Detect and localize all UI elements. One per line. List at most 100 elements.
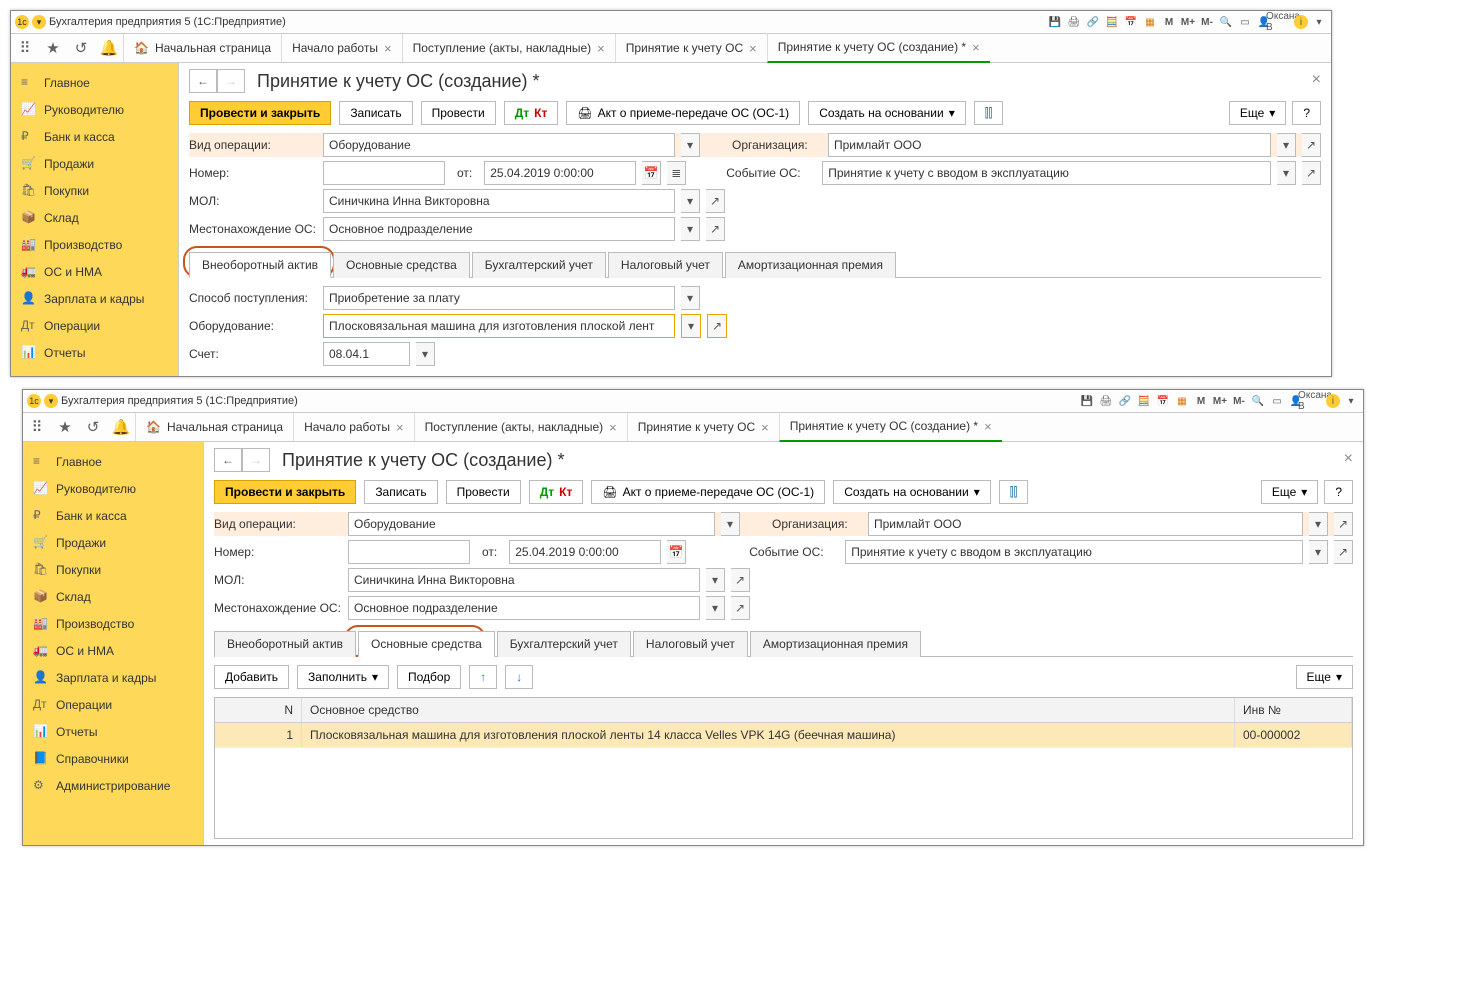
post-button[interactable]: Провести	[421, 101, 496, 125]
mol-field[interactable]: Синичкина Инна Викторовна	[348, 568, 700, 592]
calc-icon[interactable]: 🧮	[1104, 14, 1120, 30]
print-act-button[interactable]: 🖨Акт о приеме-передаче ОС (ОС-1)	[591, 480, 825, 504]
bell-icon[interactable]: 🔔	[107, 413, 135, 441]
subtab-3[interactable]: Налоговый учет	[633, 631, 748, 657]
sidebar-item[interactable]: 👤Зарплата и кадры	[23, 664, 203, 691]
dropdown-icon[interactable]: ▾	[32, 15, 46, 29]
tab-2[interactable]: Принятие к учету ОС×	[627, 413, 779, 441]
sidebar-item[interactable]: 📈Руководителю	[23, 475, 203, 502]
close-icon[interactable]: ×	[749, 41, 757, 56]
post-button[interactable]: Провести	[446, 480, 521, 504]
history-icon[interactable]: ↺	[67, 34, 95, 62]
sidebar-item[interactable]: 🚛ОС и НМА	[23, 637, 203, 664]
sidebar-item[interactable]: ДтОперации	[23, 691, 203, 718]
move-up-button[interactable]: ↑	[469, 665, 497, 689]
open-icon[interactable]: ↗	[1334, 540, 1353, 564]
event-field[interactable]: Принятие к учету с вводом в эксплуатацию	[822, 161, 1271, 185]
close-icon[interactable]: ×	[1344, 450, 1353, 468]
calendar-icon[interactable]: 📅	[642, 161, 661, 185]
sidebar-item[interactable]: ⚙Администрирование	[23, 772, 203, 799]
open-icon[interactable]: ↗	[1302, 161, 1321, 185]
sidebar-item[interactable]: 📊Отчеты	[23, 718, 203, 745]
sidebar-item[interactable]: 📦Склад	[11, 204, 178, 231]
dropdown-icon[interactable]: ▾	[1277, 133, 1296, 157]
dtkt-button[interactable]: ДтКт	[529, 480, 584, 504]
subtab-2[interactable]: Бухгалтерский учет	[497, 631, 631, 657]
tab-1[interactable]: Поступление (акты, накладные)×	[414, 413, 627, 441]
create-based-button[interactable]: Создать на основании ▾	[808, 101, 966, 125]
subtab-4[interactable]: Амортизационная премия	[725, 252, 896, 278]
sidebar-item[interactable]: ≡Главное	[23, 448, 203, 475]
zoom-icon[interactable]: 🔍	[1218, 14, 1234, 30]
dropdown-icon[interactable]: ▾	[721, 512, 740, 536]
close-icon[interactable]: ×	[597, 41, 605, 56]
write-button[interactable]: Записать	[339, 101, 412, 125]
sidebar-item[interactable]: 📘Справочники	[23, 745, 203, 772]
window-icon[interactable]: ▭	[1269, 393, 1285, 409]
sidebar-item[interactable]: ₽Банк и касса	[23, 502, 203, 529]
back-button[interactable]: ←	[214, 448, 242, 472]
add-button[interactable]: Добавить	[214, 665, 289, 689]
star-icon[interactable]: ★	[39, 34, 67, 62]
min-icon[interactable]: ▾	[1343, 393, 1359, 409]
home-tab[interactable]: 🏠 Начальная страница	[135, 413, 293, 441]
tab-0[interactable]: Начало работы×	[281, 34, 402, 62]
method-field[interactable]: Приобретение за плату	[323, 286, 675, 310]
sidebar-item[interactable]: 👤Зарплата и кадры	[11, 285, 178, 312]
struct-button[interactable]: ⫿⫿	[999, 480, 1029, 504]
post-close-button[interactable]: Провести и закрыть	[214, 480, 356, 504]
calc-icon[interactable]: 🧮	[1136, 393, 1152, 409]
dropdown-icon[interactable]: ▾	[706, 596, 725, 620]
sidebar-item[interactable]: 📊Отчеты	[11, 339, 178, 366]
sidebar-item[interactable]: 🚛ОС и НМА	[11, 258, 178, 285]
close-icon[interactable]: ×	[1312, 71, 1321, 89]
sidebar-item[interactable]: ₽Банк и касса	[11, 123, 178, 150]
sidebar-item[interactable]: 🛒Продажи	[11, 150, 178, 177]
help-button[interactable]: ?	[1324, 480, 1353, 504]
tab-3[interactable]: Принятие к учету ОС (создание) *×	[767, 33, 990, 63]
subtab-0[interactable]: Внеоборотный актив	[214, 631, 356, 657]
bell-icon[interactable]: 🔔	[95, 34, 123, 62]
save-icon[interactable]: 💾	[1079, 393, 1095, 409]
tab-1[interactable]: Поступление (акты, накладные)×	[402, 34, 615, 62]
number-field[interactable]	[348, 540, 470, 564]
open-icon[interactable]: ↗	[706, 189, 725, 213]
pick-button[interactable]: Подбор	[397, 665, 461, 689]
write-button[interactable]: Записать	[364, 480, 437, 504]
subtab-1[interactable]: Основные средства	[333, 252, 470, 278]
sidebar-item[interactable]: 🏭Производство	[11, 231, 178, 258]
equip-field[interactable]: Плосковязальная машина для изготовления …	[323, 314, 675, 338]
org-field[interactable]: Примлайт ООО	[868, 512, 1303, 536]
close-icon[interactable]: ×	[972, 40, 980, 55]
star-icon[interactable]: ★	[51, 413, 79, 441]
event-field[interactable]: Принятие к учету с вводом в эксплуатацию	[845, 540, 1303, 564]
dropdown-icon[interactable]: ▾	[44, 394, 58, 408]
open-icon[interactable]: ↗	[731, 596, 750, 620]
dropdown-icon[interactable]: ▾	[681, 189, 700, 213]
close-icon[interactable]: ×	[609, 420, 617, 435]
sidebar-item[interactable]: 🛍Покупки	[11, 177, 178, 204]
date-field[interactable]: 25.04.2019 0:00:00	[509, 540, 661, 564]
print-act-button[interactable]: 🖨Акт о приеме-передаче ОС (ОС-1)	[566, 101, 800, 125]
mem-m[interactable]: M	[1193, 393, 1209, 409]
mem-mp[interactable]: M+	[1212, 393, 1228, 409]
calendar-icon[interactable]: 📅	[1155, 393, 1171, 409]
tab-3[interactable]: Принятие к учету ОС (создание) *×	[779, 412, 1002, 442]
col-inv[interactable]: Инв №	[1235, 698, 1352, 722]
print-icon[interactable]: 🖨	[1066, 14, 1082, 30]
op-type-field[interactable]: Оборудование	[348, 512, 715, 536]
open-icon[interactable]: ↗	[706, 217, 725, 241]
dropdown-icon[interactable]: ▾	[1309, 540, 1328, 564]
print-icon[interactable]: 🖨	[1098, 393, 1114, 409]
open-icon[interactable]: ↗	[1302, 133, 1321, 157]
acc-field[interactable]: 08.04.1	[323, 342, 410, 366]
zoom-icon[interactable]: 🔍	[1250, 393, 1266, 409]
close-icon[interactable]: ×	[396, 420, 404, 435]
mem-m[interactable]: M	[1161, 14, 1177, 30]
mol-field[interactable]: Синичкина Инна Викторовна	[323, 189, 675, 213]
sidebar-item[interactable]: 🏭Производство	[23, 610, 203, 637]
table-row[interactable]: 1 Плосковязальная машина для изготовлени…	[215, 723, 1352, 748]
info-icon[interactable]: i	[1326, 394, 1340, 408]
window-icon[interactable]: ▭	[1237, 14, 1253, 30]
dropdown-icon[interactable]: ▾	[681, 217, 700, 241]
